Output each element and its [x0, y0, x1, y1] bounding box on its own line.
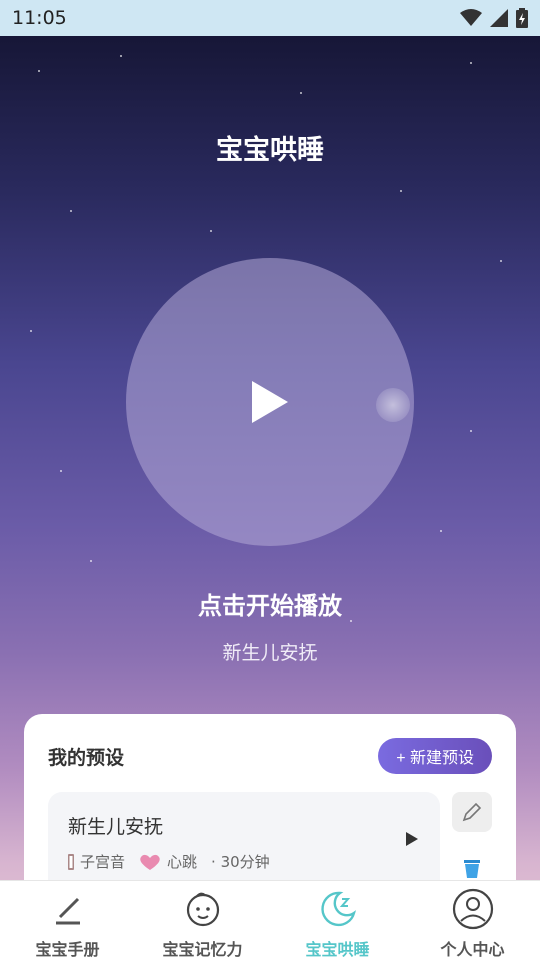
star [210, 230, 212, 232]
preset-duration: · 30分钟 [211, 853, 270, 871]
nav-label: 宝宝手册 [35, 940, 100, 959]
star [30, 330, 32, 332]
star [300, 92, 302, 94]
star [440, 530, 442, 532]
star [470, 62, 472, 64]
wifi-icon [460, 9, 482, 26]
status-time: 11:05 [12, 7, 67, 29]
presets-header: 我的预设 + 新建预设 [48, 738, 492, 774]
page-title: 宝宝哄睡 [216, 135, 324, 166]
trash-icon [464, 860, 480, 878]
womb-sound-icon [68, 853, 74, 870]
nav-item-profile[interactable]: 个人中心 [405, 881, 540, 960]
bottom-nav: 宝宝手册 宝宝记忆力 宝宝哄睡 个人中心 [0, 880, 540, 960]
preset-tags: 子宫音 心跳 · 30分钟 [68, 851, 420, 872]
status-bar: 11:05 [0, 0, 540, 36]
star [120, 55, 122, 57]
baby-face-icon [186, 892, 219, 926]
nav-item-memory[interactable]: 宝宝记忆力 [135, 881, 270, 960]
star [38, 70, 40, 72]
preset-play-icon[interactable] [406, 832, 418, 846]
star [470, 430, 472, 432]
nav-icon-wrapper [452, 887, 494, 930]
star [90, 560, 92, 562]
star [60, 470, 62, 472]
play-icon [252, 381, 288, 423]
moon-icon [320, 891, 356, 926]
user-icon [452, 888, 493, 929]
star [70, 210, 72, 212]
nav-icon-wrapper [183, 887, 223, 930]
heart-icon [140, 854, 160, 870]
current-preset-name: 新生儿安抚 [222, 642, 318, 664]
presets-title: 我的预设 [48, 746, 125, 769]
edit-preset-button[interactable] [452, 792, 492, 832]
signal-icon [490, 9, 508, 27]
preset-name: 新生儿安抚 [68, 816, 164, 838]
nav-icon-wrapper [318, 887, 358, 930]
nav-item-handbook[interactable]: 宝宝手册 [0, 881, 135, 960]
star [500, 260, 502, 262]
glow-decoration [376, 388, 410, 422]
star [400, 190, 402, 192]
nav-icon-wrapper [52, 887, 84, 930]
nav-label: 个人中心 [440, 940, 505, 959]
handbook-icon [55, 897, 80, 924]
nav-label: 宝宝记忆力 [162, 940, 243, 959]
nav-label: 宝宝哄睡 [305, 940, 370, 959]
play-prompt: 点击开始播放 [198, 592, 342, 620]
battery-icon [516, 8, 528, 28]
status-icons [460, 8, 528, 28]
pencil-icon [462, 802, 482, 822]
play-button[interactable] [126, 258, 414, 546]
new-preset-button[interactable]: + 新建预设 [378, 738, 492, 774]
preset-tag-label: 子宫音 [80, 853, 126, 871]
preset-tag-label: 心跳 [167, 853, 198, 871]
nav-item-sleep[interactable]: 宝宝哄睡 [270, 881, 405, 960]
